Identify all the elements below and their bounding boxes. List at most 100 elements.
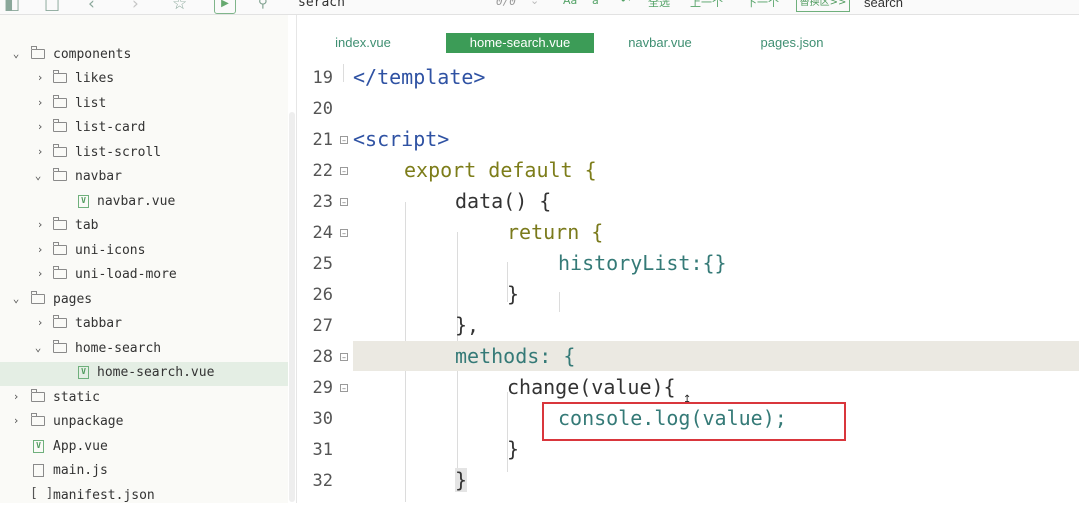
- fold-toggle-icon[interactable]: –: [340, 229, 348, 238]
- tree-item-label: likes: [75, 71, 115, 86]
- tree-item-home-search[interactable]: ⌄ home-search: [0, 338, 288, 362]
- tree-item-label: tab: [75, 218, 99, 233]
- fold-toggle-icon[interactable]: –: [340, 198, 348, 207]
- new-file-icon[interactable]: ◧: [4, 0, 20, 14]
- match-case-toggle[interactable]: Aa: [563, 0, 577, 7]
- chevron-down-icon[interactable]: ⌄: [10, 47, 22, 61]
- replace-input[interactable]: search: [864, 0, 903, 10]
- tree-item-list-scroll[interactable]: › list-scroll: [0, 142, 288, 166]
- folder-icon: [53, 242, 67, 255]
- fold-toggle-icon[interactable]: –: [340, 167, 348, 176]
- editor-tabs: index.vue home-search.vue navbar.vue pag…: [297, 29, 1079, 55]
- replace-toggle-button[interactable]: 替换区>>: [796, 0, 850, 12]
- tree-item-manifest-json[interactable]: [ ] manifest.json: [0, 485, 288, 509]
- chevron-right-icon[interactable]: ›: [34, 218, 46, 232]
- tree-item-label: uni-icons: [75, 243, 146, 258]
- tree-item-app-vue[interactable]: V App.vue: [0, 436, 288, 460]
- tab-index-vue[interactable]: index.vue: [323, 33, 403, 53]
- fold-toggle-icon[interactable]: –: [340, 353, 348, 362]
- folder-icon: [53, 266, 67, 279]
- sidebar-scrollbar[interactable]: [289, 112, 295, 502]
- chevron-down-icon[interactable]: ⌄: [530, 0, 539, 7]
- line-number: 27: [312, 316, 333, 336]
- tree-item-unpackage[interactable]: › unpackage: [0, 411, 288, 435]
- code-text: <script>: [353, 127, 450, 151]
- run-icon[interactable]: ▶: [214, 0, 236, 14]
- code-text: export default {: [404, 158, 597, 182]
- folder-icon: [31, 291, 45, 304]
- match-count: 0/0: [496, 0, 516, 8]
- tree-item-uni-load-more[interactable]: › uni-load-more: [0, 264, 288, 288]
- line-number: 28: [312, 347, 333, 367]
- tab-navbar-vue[interactable]: navbar.vue: [618, 33, 702, 53]
- tree-item-list[interactable]: › list: [0, 93, 288, 117]
- fold-toggle-icon[interactable]: –: [340, 136, 348, 145]
- vue-file-icon: V: [78, 366, 89, 379]
- code-line: 22 – export default {: [297, 155, 1079, 186]
- back-arrow-icon[interactable]: ‹: [88, 0, 95, 14]
- code-line: 27 },: [297, 310, 1079, 341]
- tab-pages-json[interactable]: pages.json: [752, 33, 832, 53]
- chevron-down-icon[interactable]: ⌄: [32, 169, 44, 183]
- chevron-right-icon[interactable]: ›: [34, 267, 46, 281]
- tree-item-label: pages: [53, 292, 93, 307]
- star-icon[interactable]: ☆: [172, 0, 187, 14]
- tree-item-home-search-vue[interactable]: V home-search.vue: [0, 362, 288, 386]
- whole-word-toggle[interactable]: ã: [592, 0, 599, 7]
- folder-icon: [53, 315, 67, 328]
- tree-item-components[interactable]: ⌄ components: [0, 44, 288, 68]
- line-number: 30: [312, 409, 333, 429]
- tree-item-label: list: [75, 96, 107, 111]
- line-number: 32: [312, 471, 333, 491]
- code-line-current: 28 – methods: {: [297, 341, 1079, 372]
- tree-item-navbar[interactable]: ⌄ navbar: [0, 166, 288, 190]
- select-all-button[interactable]: 全选: [648, 0, 670, 10]
- tree-item-main-js[interactable]: main.js: [0, 460, 288, 484]
- code-text: }: [507, 437, 520, 461]
- tree-item-label: uni-load-more: [75, 267, 177, 282]
- tree-item-label: components: [53, 47, 132, 62]
- chevron-right-icon[interactable]: ›: [34, 145, 46, 159]
- fold-toggle-icon[interactable]: –: [340, 384, 348, 393]
- chevron-right-icon[interactable]: ›: [10, 390, 22, 404]
- forward-arrow-icon[interactable]: ›: [132, 0, 139, 14]
- folder-icon: [53, 340, 67, 353]
- code-text: </template>: [353, 65, 486, 89]
- chevron-right-icon[interactable]: ›: [34, 120, 46, 134]
- folder-icon: [53, 95, 67, 108]
- code-line: 20: [297, 93, 1079, 124]
- code-text: }: [507, 282, 520, 306]
- code-editor[interactable]: 19 </template> 20 21 – <script> 22 – exp…: [297, 62, 1079, 503]
- tree-item-navbar-vue[interactable]: V navbar.vue: [0, 191, 288, 215]
- save-icon[interactable]: □: [44, 0, 60, 14]
- tree-item-likes[interactable]: › likes: [0, 68, 288, 92]
- code-line: 19 </template>: [297, 62, 1079, 93]
- find-icon: ⚲: [258, 0, 268, 11]
- chevron-down-icon[interactable]: ⌄: [32, 341, 44, 355]
- regex-toggle[interactable]: •*: [620, 0, 632, 7]
- folder-icon: [31, 389, 45, 402]
- code-text: historyList:{}: [558, 251, 727, 275]
- tree-item-static[interactable]: › static: [0, 387, 288, 411]
- tree-item-list-card[interactable]: › list-card: [0, 117, 288, 141]
- folder-icon: [53, 119, 67, 132]
- folder-icon: [31, 46, 45, 59]
- chevron-right-icon[interactable]: ›: [34, 243, 46, 257]
- next-match-button[interactable]: 下一个: [746, 0, 779, 10]
- chevron-down-icon[interactable]: ⌄: [10, 292, 22, 306]
- code-text: methods: {: [455, 344, 576, 368]
- prev-match-button[interactable]: 上一个: [690, 0, 723, 10]
- chevron-right-icon[interactable]: ›: [10, 414, 22, 428]
- line-number: 23: [312, 192, 333, 212]
- find-input[interactable]: serach: [298, 0, 345, 10]
- tree-item-pages[interactable]: ⌄ pages: [0, 289, 288, 313]
- tree-item-tab[interactable]: › tab: [0, 215, 288, 239]
- tab-home-search-vue[interactable]: home-search.vue: [446, 33, 594, 53]
- chevron-right-icon[interactable]: ›: [34, 71, 46, 85]
- tree-item-label: navbar: [75, 169, 122, 184]
- chevron-right-icon[interactable]: ›: [34, 316, 46, 330]
- tree-item-label: navbar.vue: [97, 194, 176, 209]
- tree-item-uni-icons[interactable]: › uni-icons: [0, 240, 288, 264]
- tree-item-tabbar[interactable]: › tabbar: [0, 313, 288, 337]
- chevron-right-icon[interactable]: ›: [34, 96, 46, 110]
